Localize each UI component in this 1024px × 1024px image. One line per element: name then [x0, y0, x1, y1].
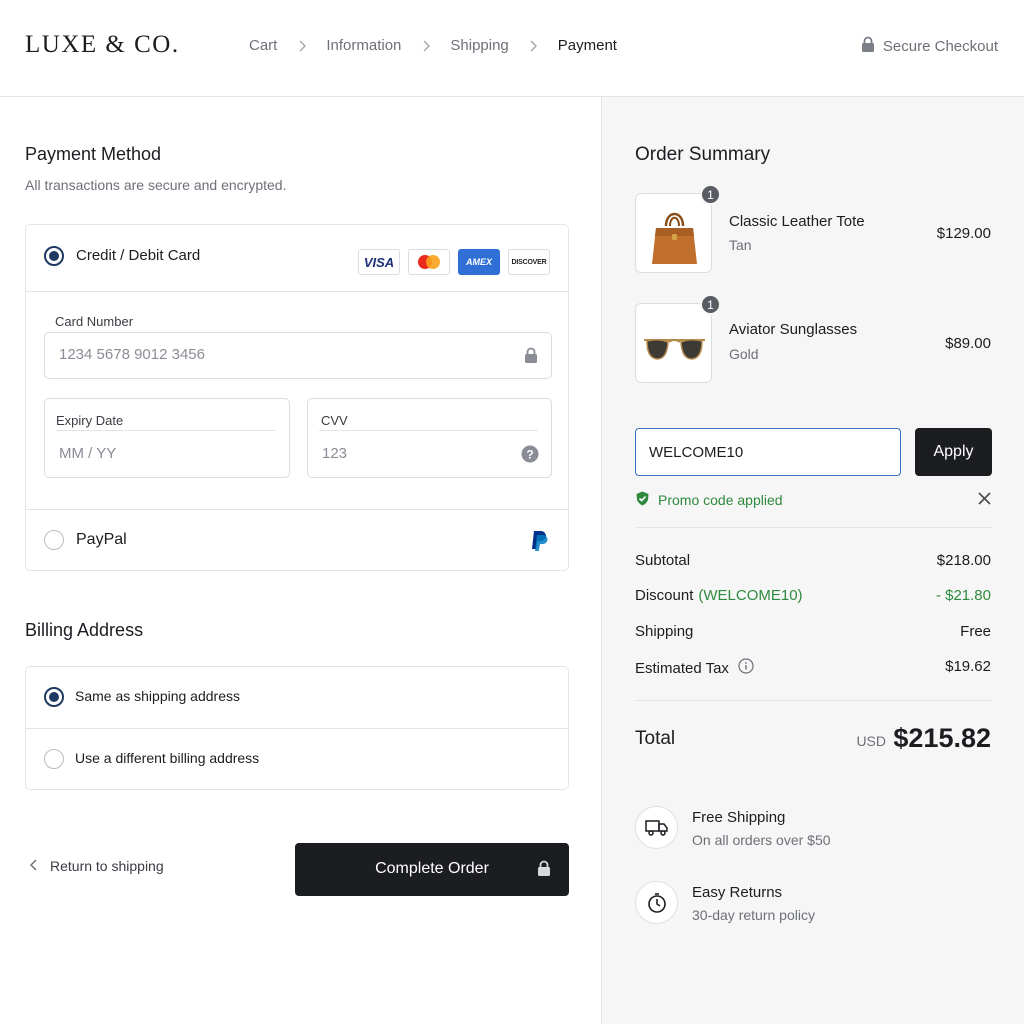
summary-divider: [635, 700, 991, 701]
perk-title: Easy Returns: [692, 884, 783, 901]
card-option[interactable]: Credit / Debit Card VISA AMEX DISCOVER: [26, 225, 568, 292]
discount-code: (WELCOME10): [698, 587, 803, 604]
billing-different-radio[interactable]: [44, 749, 64, 769]
cvv-input[interactable]: [322, 445, 492, 462]
mastercard-logo-icon: [408, 249, 450, 275]
breadcrumb-information[interactable]: Information: [326, 37, 401, 54]
item-variant: Gold: [729, 346, 759, 362]
truck-icon: [635, 806, 678, 849]
product-thumbnail-sunglasses[interactable]: 1: [635, 294, 721, 383]
payment-method-title: Payment Method: [25, 144, 162, 164]
info-icon[interactable]: [738, 658, 754, 678]
cvv-label: CVV: [321, 413, 348, 428]
item-price: $89.00: [945, 335, 991, 352]
tax-value: $19.62: [945, 658, 991, 675]
amex-logo-icon: AMEX: [458, 249, 500, 275]
tax-line: Estimated Tax: [635, 658, 754, 678]
card-option-label: Credit / Debit Card: [76, 247, 201, 264]
secure-checkout-label: Secure Checkout: [882, 38, 998, 55]
breadcrumb: Cart Information Shipping Payment: [249, 37, 617, 54]
apply-promo-button[interactable]: Apply: [915, 428, 992, 476]
svg-text:?: ?: [526, 447, 533, 461]
discount-value: - $21.80: [935, 587, 991, 604]
discount-label: Discount: [635, 587, 694, 604]
card-radio[interactable]: [44, 246, 64, 266]
order-summary-panel: Order Summary 1 Classic Leather Tote Tan…: [601, 97, 1024, 1024]
payment-subtitle: All transactions are secure and encrypte…: [25, 177, 287, 193]
chevron-right-icon: [413, 40, 438, 52]
checkout-header: LUXE & CO. Cart Information Shipping Pay…: [0, 0, 1024, 97]
summary-divider: [635, 527, 991, 528]
check-badge-icon: [635, 491, 650, 509]
payment-method-panel: Credit / Debit Card VISA AMEX DISCOVER C…: [25, 224, 569, 571]
complete-order-label: Complete Order: [375, 860, 489, 877]
paypal-option-label: PayPal: [76, 531, 127, 548]
help-icon[interactable]: ?: [521, 445, 539, 468]
discount-line: Discount (WELCOME10): [635, 587, 803, 604]
perk-subtitle: On all orders over $50: [692, 832, 831, 848]
visa-logo-icon: VISA: [358, 249, 400, 275]
card-number-field[interactable]: [44, 332, 552, 379]
lock-icon: [524, 347, 538, 369]
billing-same-radio[interactable]: [44, 687, 64, 707]
remove-promo-icon[interactable]: [978, 492, 991, 510]
breadcrumb-payment: Payment: [557, 37, 617, 54]
perk-subtitle: 30-day return policy: [692, 907, 815, 923]
quantity-badge: 1: [700, 184, 721, 205]
secure-checkout-indicator: Secure Checkout: [861, 36, 998, 57]
promo-code-input[interactable]: [635, 428, 901, 476]
expiry-label: Expiry Date: [56, 413, 124, 428]
item-variant: Tan: [729, 237, 752, 253]
handbag-icon: [652, 212, 697, 264]
paypal-logo-icon: [530, 530, 548, 557]
chevron-right-icon: [521, 40, 546, 52]
return-to-shipping-link[interactable]: Return to shipping: [29, 858, 164, 874]
card-brand-logos: VISA AMEX DISCOVER: [358, 249, 550, 275]
item-name: Aviator Sunglasses: [729, 321, 858, 338]
billing-option-same[interactable]: Same as shipping address: [26, 667, 568, 729]
subtotal-label: Subtotal: [635, 552, 691, 569]
quantity-badge: 1: [700, 294, 721, 315]
billing-address-panel: Same as shipping address Use a different…: [25, 666, 569, 790]
discover-logo-icon: DISCOVER: [508, 249, 550, 275]
expiry-field[interactable]: Expiry Date: [44, 398, 290, 478]
chevron-right-icon: [289, 40, 314, 52]
brand-logo[interactable]: LUXE & CO.: [25, 31, 180, 59]
card-number-input[interactable]: [59, 346, 499, 363]
card-number-label: Card Number: [55, 314, 134, 329]
field-divider: [56, 430, 276, 431]
promo-status: Promo code applied: [635, 491, 783, 509]
breadcrumb-cart[interactable]: Cart: [249, 37, 277, 54]
subtotal-value: $218.00: [936, 552, 991, 569]
paypal-option[interactable]: PayPal: [26, 509, 568, 571]
paypal-radio[interactable]: [44, 530, 64, 550]
currency-code: USD: [856, 733, 886, 749]
chevron-left-icon: [29, 858, 38, 874]
product-thumbnail-tote[interactable]: 1: [635, 184, 721, 273]
billing-same-label: Same as shipping address: [75, 688, 240, 704]
breadcrumb-shipping[interactable]: Shipping: [450, 37, 508, 54]
expiry-input[interactable]: [59, 445, 259, 462]
billing-option-different[interactable]: Use a different billing address: [26, 728, 568, 790]
billing-address-title: Billing Address: [25, 620, 144, 640]
complete-order-button[interactable]: Complete Order: [295, 843, 569, 896]
perk-title: Free Shipping: [692, 809, 786, 826]
lock-icon: [537, 860, 551, 882]
item-name: Classic Leather Tote: [729, 213, 865, 230]
shipping-value: Free: [960, 623, 991, 640]
total-value: $215.82: [893, 723, 991, 753]
return-label: Return to shipping: [50, 858, 164, 874]
total-label: Total: [635, 728, 676, 749]
item-price: $129.00: [936, 225, 991, 242]
billing-different-label: Use a different billing address: [75, 750, 260, 766]
shipping-label: Shipping: [635, 623, 694, 640]
tax-label: Estimated Tax: [635, 659, 729, 677]
sunglasses-icon: [644, 338, 705, 360]
order-summary-title: Order Summary: [635, 144, 771, 165]
clock-icon: [635, 881, 678, 924]
lock-icon: [861, 36, 875, 57]
field-divider: [319, 430, 538, 431]
promo-status-text: Promo code applied: [658, 492, 783, 508]
cvv-field[interactable]: CVV ?: [307, 398, 552, 478]
